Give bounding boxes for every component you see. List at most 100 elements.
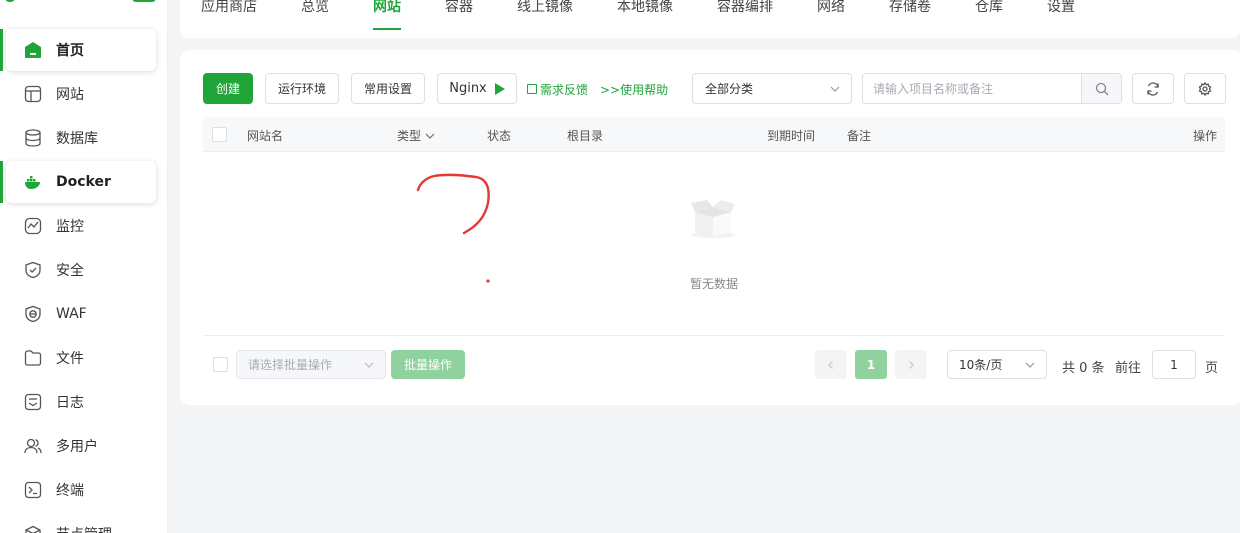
database-icon (24, 129, 42, 147)
runtime-button[interactable]: 运行环境 (265, 73, 339, 104)
sidebar-item-nodes[interactable]: 节点管理 (6, 513, 156, 533)
tab-online-images[interactable]: 线上镜像 (517, 0, 573, 34)
tab-network[interactable]: 网络 (817, 0, 845, 34)
node-icon (24, 525, 42, 533)
sidebar-item-label: 安全 (56, 263, 84, 279)
column-header-actions: 操作 (1193, 129, 1218, 143)
select-all-checkbox[interactable] (212, 127, 227, 142)
monitor-icon (24, 217, 42, 235)
sidebar-item-label: 数据库 (56, 131, 98, 147)
home-icon (24, 41, 42, 59)
goto-page-input[interactable]: 1 (1152, 350, 1196, 379)
sidebar-item-users[interactable]: 多用户 (6, 425, 156, 467)
logo (0, 0, 167, 4)
sidebar-item-label: 多用户 (56, 439, 98, 455)
sidebar-item-files[interactable]: 文件 (6, 337, 156, 379)
sidebar-item-website[interactable]: 网站 (6, 73, 156, 115)
search-box (862, 73, 1122, 104)
play-icon (494, 82, 505, 95)
total-count: 共 0 条 (1062, 361, 1105, 376)
tab-overview[interactable]: 总览 (301, 0, 329, 34)
tab-containers[interactable]: 容器 (445, 0, 473, 34)
shield-icon (24, 261, 42, 279)
website-icon (24, 85, 42, 103)
sidebar-item-security[interactable]: 安全 (6, 249, 156, 291)
sidebar-item-database[interactable]: 数据库 (6, 117, 156, 159)
chevron-down-icon (425, 133, 435, 139)
goto-prefix: 前往 (1115, 361, 1142, 376)
chevron-down-icon (830, 86, 840, 92)
empty-state: 暂无数据 (203, 152, 1225, 336)
refresh-button[interactable] (1132, 73, 1174, 104)
sidebar-item-terminal[interactable]: 终端 (6, 469, 156, 511)
column-header-type[interactable]: 类型 (397, 127, 435, 144)
settings-button[interactable] (1184, 73, 1226, 104)
sidebar-item-label: 网站 (56, 87, 84, 103)
website-panel: 创建 运行环境 常用设置 Nginx 需求反馈 >>使用帮助 全部分类 网站名 … (180, 50, 1240, 405)
empty-text: 暂无数据 (689, 277, 738, 291)
search-input[interactable] (863, 74, 1081, 103)
refresh-icon (1147, 81, 1159, 96)
table-header: 网站名 类型 状态 根目录 到期时间 备注 操作 (203, 117, 1225, 152)
page-size-value: 10条/页 (959, 358, 1003, 372)
sidebar-item-docker[interactable]: Docker (0, 161, 156, 203)
docker-icon (24, 173, 42, 191)
tab-website[interactable]: 网站 (373, 0, 401, 34)
empty-box-icon (691, 200, 735, 238)
category-select[interactable]: 全部分类 (692, 73, 852, 104)
tab-app-store[interactable]: 应用商店 (201, 0, 257, 34)
column-header-name: 网站名 (247, 129, 284, 143)
column-header-status: 状态 (487, 129, 512, 143)
column-header-root: 根目录 (567, 129, 604, 143)
tab-volumes[interactable]: 存储卷 (889, 0, 931, 34)
page-size-select[interactable]: 10条/页 (947, 350, 1047, 379)
common-settings-button[interactable]: 常用设置 (351, 73, 425, 104)
page-number-1[interactable]: 1 (855, 350, 887, 379)
sidebar-item-label: 文件 (56, 351, 84, 367)
category-select-value: 全部分类 (705, 82, 754, 96)
next-page-button[interactable] (895, 350, 927, 379)
chevron-left-icon (828, 360, 833, 369)
sidebar-item-waf[interactable]: WAF (6, 293, 156, 335)
chevron-down-icon (364, 362, 374, 368)
tab-compose[interactable]: 容器编排 (717, 0, 773, 34)
chevron-right-icon (909, 360, 914, 369)
sidebar-item-monitor[interactable]: 监控 (6, 205, 156, 247)
sidebar: 首页 网站 数据库 Docker 监控 安全 WAF 文件 日志 多用户 终端 (0, 0, 168, 533)
folder-icon (24, 349, 42, 367)
sidebar-item-label: Docker (56, 174, 111, 190)
batch-operation-button[interactable]: 批量操作 (391, 350, 465, 379)
nginx-label: Nginx (449, 81, 487, 96)
feedback-link[interactable]: 需求反馈 (527, 81, 588, 98)
help-link[interactable]: >>使用帮助 (600, 81, 668, 98)
log-icon (24, 393, 42, 411)
batch-operation-select[interactable]: 请选择批量操作 (236, 350, 386, 379)
batch-select-placeholder: 请选择批量操作 (248, 358, 333, 372)
sidebar-item-home[interactable]: 首页 (0, 29, 156, 71)
sidebar-item-label: 终端 (56, 483, 84, 499)
sidebar-item-label: 节点管理 (56, 524, 112, 533)
column-header-remark: 备注 (847, 129, 872, 143)
search-button[interactable] (1081, 74, 1121, 103)
sidebar-item-label: WAF (56, 306, 87, 322)
footer-select-all-checkbox[interactable] (213, 357, 228, 372)
nginx-button[interactable]: Nginx (437, 73, 517, 104)
users-icon (24, 437, 42, 455)
prev-page-button[interactable] (815, 350, 847, 379)
column-header-expiry: 到期时间 (767, 129, 816, 143)
sidebar-item-logs[interactable]: 日志 (6, 381, 156, 423)
feedback-label: 需求反馈 (540, 83, 589, 97)
terminal-icon (24, 481, 42, 499)
waf-icon (24, 305, 42, 323)
tab-local-images[interactable]: 本地镜像 (617, 0, 673, 34)
create-button[interactable]: 创建 (203, 73, 253, 104)
top-tabs: 应用商店 总览 网站 容器 线上镜像 本地镜像 容器编排 网络 存储卷 仓库 设… (180, 0, 1240, 38)
chevron-down-icon (1025, 362, 1035, 368)
sidebar-item-label: 监控 (56, 219, 84, 235)
tab-settings[interactable]: 设置 (1047, 0, 1075, 34)
tab-registry[interactable]: 仓库 (975, 0, 1003, 34)
feedback-icon (527, 83, 537, 94)
search-icon (1095, 82, 1108, 95)
sidebar-item-label: 日志 (56, 395, 84, 411)
goto-suffix: 页 (1205, 361, 1219, 376)
